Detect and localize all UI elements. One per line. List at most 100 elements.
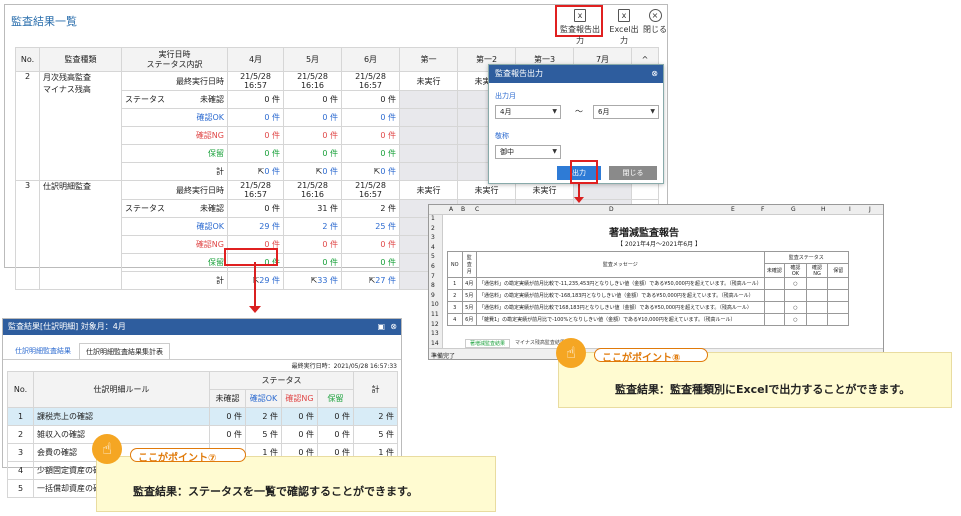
- close-icon[interactable]: ⊗: [390, 319, 397, 335]
- table-row[interactable]: 2 雑収入の確認 0 件5 件0 件0 件5 件: [7, 425, 398, 444]
- excel-status-cell: [827, 277, 849, 290]
- callout-7: 監査結果：ステータスを一覧で確認することができます。: [96, 456, 496, 512]
- close-button[interactable]: × 閉じる: [643, 9, 667, 35]
- excel-status-cell: [827, 313, 849, 326]
- count-value: 0 件: [322, 113, 338, 122]
- export-report-button[interactable]: x 監査報告出力: [558, 9, 602, 46]
- excel-export-button[interactable]: x Excel出力: [606, 9, 642, 46]
- last-exec-time: 21/5/28 16:57: [227, 180, 284, 200]
- excel-status-cell: [763, 313, 786, 326]
- excel-row: 1 4月 「通信料」の勘定実績が前月比較で-11,235,453円となりしきい値（金…: [447, 277, 849, 290]
- excel-col-ok: 確認OK: [784, 263, 807, 278]
- status-name: 計: [216, 276, 224, 285]
- excel-row-number: 9: [431, 291, 435, 299]
- excel-col-no: NO: [447, 251, 463, 278]
- col-status: ステータス: [209, 371, 354, 390]
- count-value: 2 件: [380, 204, 396, 213]
- page-title: 監査結果一覧: [11, 15, 77, 28]
- excel-col-letter: D: [609, 206, 614, 213]
- excel-file-icon[interactable]: ▣: [377, 319, 385, 335]
- empty-cell: [399, 126, 458, 145]
- tab-results[interactable]: 仕訳明細監査結果: [9, 343, 77, 359]
- to-month-select[interactable]: 6月: [593, 105, 659, 119]
- excel-no: 3: [447, 301, 463, 314]
- row-rule: 雑収入の確認: [33, 425, 210, 444]
- excel-col-letter: C: [475, 206, 480, 213]
- count-cell: 0 件: [283, 90, 342, 109]
- count-value: 0 件: [264, 149, 280, 158]
- row-no: 2: [15, 71, 40, 181]
- last-exec-label: 最終実行日時: [121, 180, 228, 200]
- callout-8-text: 監査結果：監査種類別にExcelで出力することができます。: [615, 383, 911, 396]
- count-value: 0 件: [322, 167, 338, 176]
- col-total: 計: [353, 371, 398, 408]
- period-label: 出力月: [495, 92, 516, 100]
- table-row[interactable]: 1 課税売上の確認 0 件2 件0 件0 件2 件: [7, 407, 398, 426]
- status-name: 未確認: [200, 95, 224, 104]
- excel-subtitle: 【 2021年4月～2021年6月 】: [617, 241, 701, 248]
- sheet-tab-active[interactable]: 著増減監査結果: [465, 339, 511, 348]
- col-ok: 確認OK: [245, 389, 282, 408]
- status-name: 未確認: [200, 204, 224, 213]
- excel-col-letter: E: [731, 206, 735, 213]
- count-cell: 0 件: [341, 144, 400, 163]
- excel-status-cell: ○: [784, 277, 807, 290]
- excel-status-cell: [763, 289, 786, 302]
- count-value: 0 件: [264, 131, 280, 140]
- total-link[interactable]: ⇱27 件: [341, 271, 400, 290]
- close-icon[interactable]: ⊗: [651, 65, 658, 83]
- excel-row-number: 10: [431, 301, 439, 309]
- excel-row-number: 12: [431, 320, 439, 328]
- excel-status-cell: [763, 277, 786, 290]
- count-cell: 0 件: [227, 108, 284, 127]
- excel-month: 5月: [461, 289, 477, 302]
- count-value: 0 件: [322, 95, 338, 104]
- total-link[interactable]: ⇱0 件: [227, 162, 284, 181]
- col-no: No.: [15, 47, 40, 72]
- arrow-head: [574, 197, 584, 203]
- count-cell: 0 件: [341, 126, 400, 145]
- count-cell: 0 件: [283, 108, 342, 127]
- tab-summary[interactable]: 仕訳明細監査結果集計表: [79, 343, 170, 359]
- count-cell: 0 件: [341, 90, 400, 109]
- last-exec-time: 21/5/28 16:57: [341, 180, 400, 200]
- count-cell: 5 件: [353, 425, 398, 444]
- count-cell: 0 件: [341, 235, 400, 254]
- excel-col-month: 監査月: [461, 251, 477, 278]
- dialog-close-button[interactable]: 閉じる: [609, 166, 657, 180]
- count-value: 31 件: [317, 204, 338, 213]
- excel-msg: 「通信料」の勘定実績が前月比較で168,183円となりしきい値（金額）である¥5…: [475, 301, 765, 314]
- from-month-select[interactable]: 4月: [495, 105, 561, 119]
- excel-status-cell: [805, 313, 829, 326]
- excel-status-cell: [784, 289, 807, 302]
- excel-status-text: 準備完了: [431, 353, 456, 360]
- excel-row-number: 6: [431, 263, 435, 270]
- status-label: 確認NG: [121, 126, 228, 145]
- count-value: 0 件: [380, 149, 396, 158]
- status-group-label: ステータス: [125, 95, 165, 104]
- col-no: No.: [7, 371, 34, 408]
- excel-column-header: AB C D E F G H I J: [429, 205, 883, 215]
- excel-no: 2: [447, 289, 463, 302]
- status-label: 計: [121, 271, 228, 290]
- honorific-select[interactable]: 御中: [495, 145, 561, 159]
- row-no: 2: [7, 425, 34, 444]
- count-cell: 31 件: [283, 199, 342, 218]
- total-link[interactable]: ⇱0 件: [341, 162, 400, 181]
- count-value: 29 件: [259, 276, 280, 285]
- excel-file-icon: x: [574, 9, 586, 22]
- total-link[interactable]: ⇱0 件: [283, 162, 342, 181]
- status-label: ステータス 未確認: [121, 199, 228, 218]
- excel-row-number: 3: [431, 234, 435, 242]
- row-type: 仕訳明細監査: [39, 180, 122, 290]
- not-run-cell: 未実行: [399, 71, 458, 91]
- hand-point-icon: ☝: [92, 434, 122, 464]
- excel-col-letter: J: [869, 206, 871, 213]
- last-exec-time: 最終実行日時：2021/05/28 16:57:33: [291, 363, 397, 370]
- count-value: 0 件: [380, 95, 396, 104]
- count-value: 0 件: [380, 240, 396, 249]
- excel-col-status: 監査ステータス: [763, 251, 850, 264]
- total-link[interactable]: ⇱33 件: [283, 271, 342, 290]
- row-no: 3: [7, 443, 34, 462]
- count-value: 25 件: [375, 222, 396, 231]
